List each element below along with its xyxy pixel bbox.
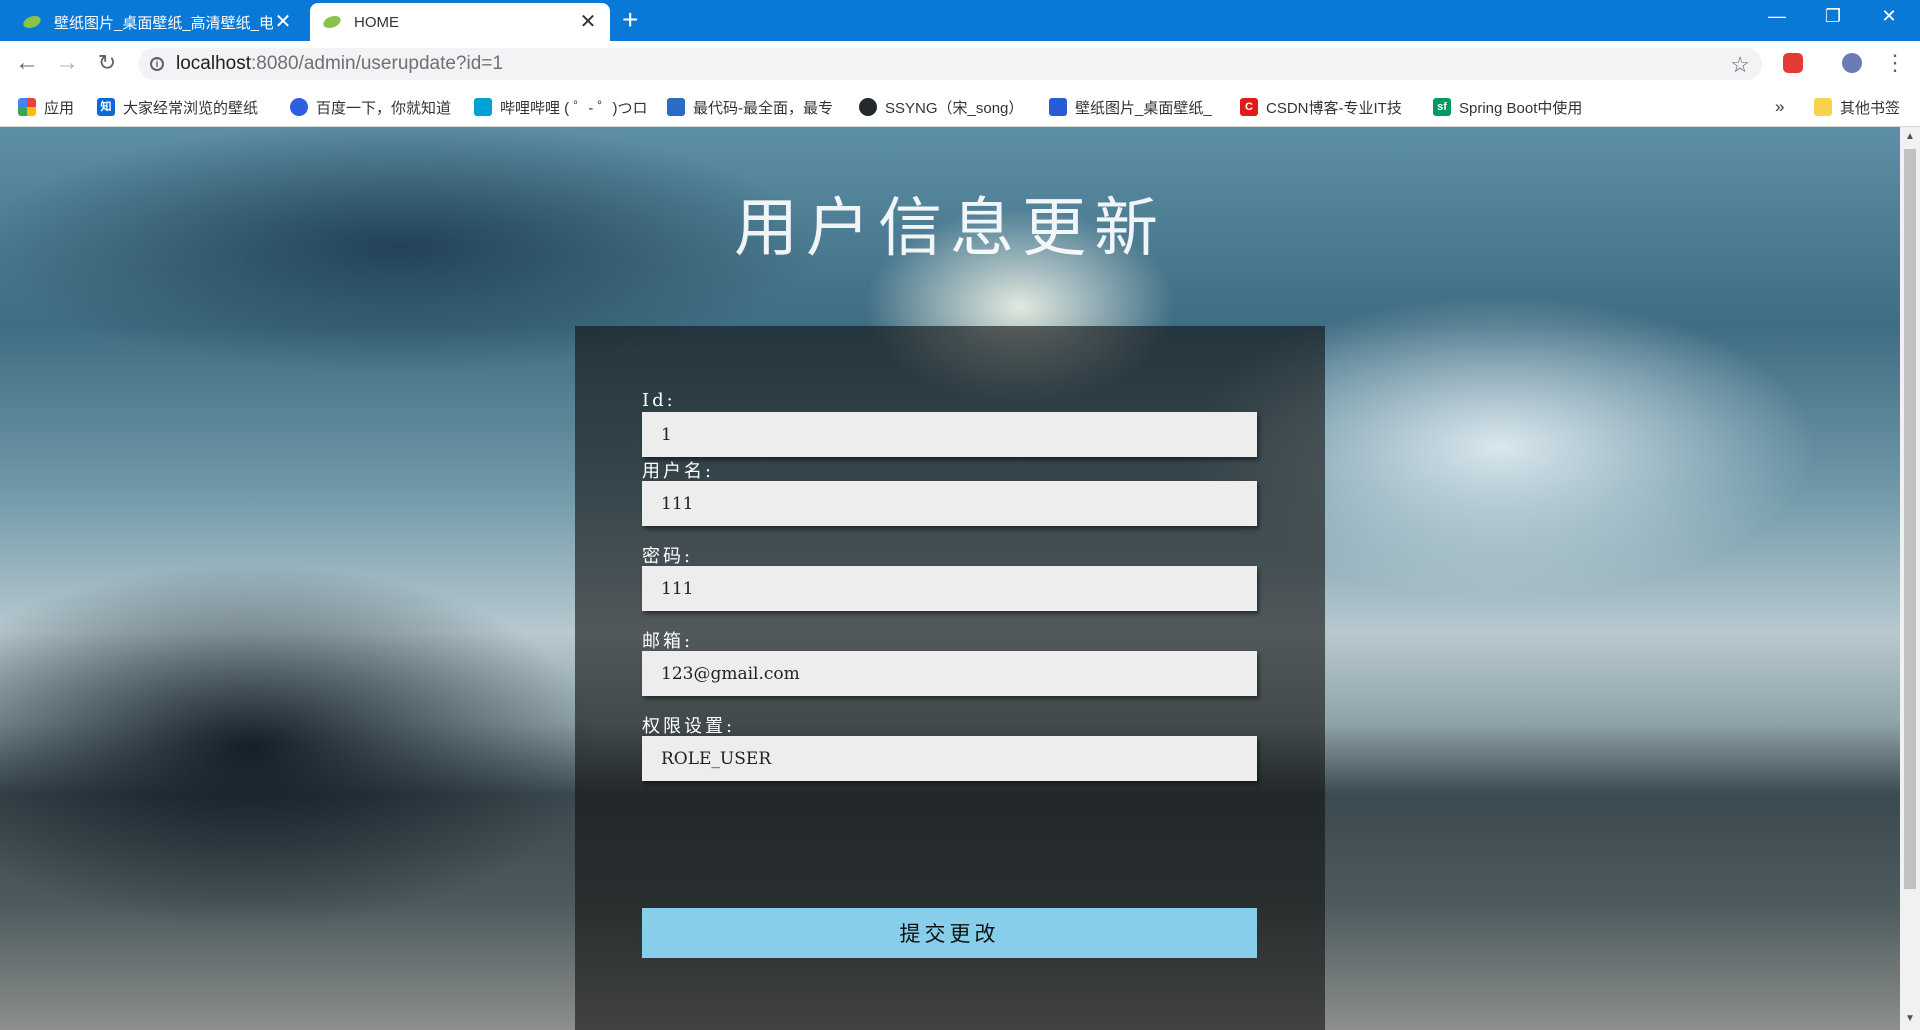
email-field[interactable] (642, 651, 1257, 696)
spring-leaf-icon (323, 15, 341, 29)
bookmark-bilibili[interactable]: 哔哩哔哩 ( ゜- ゜)つロ (474, 96, 646, 118)
page-scrollbar[interactable]: ▲ ▼ (1900, 127, 1920, 1030)
menu-kebab-icon[interactable]: ⋮ (1880, 51, 1910, 75)
forward-icon[interactable]: → (52, 51, 82, 75)
close-window-button[interactable]: ✕ (1874, 6, 1904, 26)
info-icon[interactable]: i (150, 57, 164, 71)
url-host: localhost (176, 53, 251, 74)
page-title: 用户信息更新 (734, 192, 1166, 266)
url-path: :8080/admin/userupdate?id=1 (251, 53, 503, 74)
toolbar: ← → ↻ i localhost:8080/admin/userupdate?… (0, 41, 1920, 87)
minimize-button[interactable]: — (1762, 6, 1792, 26)
bookmark-label: 最代码-最全面，最专 (693, 99, 833, 117)
bookmark-segmentfault[interactable]: sf Spring Boot中使用 (1433, 96, 1605, 118)
role-field[interactable] (642, 736, 1257, 781)
other-bookmarks[interactable]: 其他书签 (1814, 96, 1900, 118)
bookmark-apps[interactable]: 应用 (18, 96, 74, 118)
address-bar[interactable]: i localhost:8080/admin/userupdate?id=1 ☆ (138, 48, 1762, 80)
apps-grid-icon (18, 98, 36, 116)
bookmark-label: 应用 (44, 99, 75, 117)
bookmark-wallpaper[interactable]: 壁纸图片_桌面壁纸_ (1049, 96, 1221, 118)
back-icon[interactable]: ← (12, 51, 42, 75)
tab-strip: 壁纸图片_桌面壁纸_高清壁纸_电 ✕ HOME ✕ + — ❐ ✕ (0, 0, 1920, 41)
github-icon (859, 98, 877, 116)
bookmark-baidu[interactable]: 百度一下，你就知道 (290, 96, 451, 118)
bookmark-csdn[interactable]: C CSDN博客-专业IT技 (1240, 96, 1412, 118)
bookmark-label: CSDN博客-专业IT技 (1266, 99, 1402, 117)
bilibili-icon (474, 98, 492, 116)
scroll-down-arrow-icon[interactable]: ▼ (1900, 1013, 1920, 1024)
bookmark-label: 哔哩哔哩 ( ゜- ゜)つロ (500, 99, 646, 117)
bookmark-zhihu[interactable]: 知 大家经常浏览的壁纸 (97, 96, 265, 118)
bookmark-zuidaima[interactable]: 最代码-最全面，最专 (667, 96, 839, 118)
email-label: 邮箱: (642, 631, 694, 652)
scroll-up-arrow-icon[interactable]: ▲ (1900, 131, 1920, 142)
id-label: Id: (642, 390, 676, 411)
bookmark-label: SSYNG（宋_song） (885, 99, 1024, 117)
bookmark-label: 大家经常浏览的壁纸 (123, 99, 259, 117)
user-update-form: Id: 用户名: 密码: 邮箱: 权限设置: 提交更改 (575, 326, 1325, 1030)
password-field[interactable] (642, 566, 1257, 611)
segmentfault-icon: sf (1433, 98, 1451, 116)
csdn-icon: C (1240, 98, 1258, 116)
username-label: 用户名: (642, 461, 715, 482)
scroll-thumb[interactable] (1904, 149, 1916, 889)
url-text[interactable]: localhost:8080/admin/userupdate?id=1 (176, 53, 503, 75)
submit-button[interactable]: 提交更改 (642, 908, 1257, 958)
zuidaima-icon (667, 98, 685, 116)
bookmark-star-icon[interactable]: ☆ (1730, 52, 1750, 78)
bookmark-label: 百度一下，你就知道 (316, 99, 452, 117)
tab-wallpaper[interactable]: 壁纸图片_桌面壁纸_高清壁纸_电 ✕ (10, 3, 305, 41)
password-label: 密码: (642, 546, 694, 567)
bookmarks-bar: 应用 知 大家经常浏览的壁纸 百度一下，你就知道 哔哩哔哩 ( ゜- ゜)つロ … (0, 87, 1920, 127)
folder-icon (1814, 98, 1832, 116)
tab-title: HOME (354, 13, 399, 31)
tab-title: 壁纸图片_桌面壁纸_高清壁纸_电 (54, 14, 273, 32)
id-field[interactable] (642, 412, 1257, 457)
baidu-paw-icon (290, 98, 308, 116)
username-field[interactable] (642, 481, 1257, 526)
role-label: 权限设置: (642, 716, 736, 737)
wallpaper-site-icon (1049, 98, 1067, 116)
tab-home[interactable]: HOME ✕ (310, 3, 610, 41)
extension-icon[interactable] (1783, 53, 1803, 73)
bookmark-label: 壁纸图片_桌面壁纸_ (1075, 99, 1212, 117)
spring-leaf-icon (23, 15, 41, 29)
bookmarks-overflow-button[interactable]: » (1775, 96, 1784, 118)
new-tab-button[interactable]: + (622, 6, 638, 34)
zhihu-icon: 知 (97, 98, 115, 116)
tab-close-icon[interactable]: ✕ (273, 12, 293, 32)
maximize-button[interactable]: ❐ (1818, 6, 1848, 26)
bookmark-label: 其他书签 (1840, 99, 1901, 117)
reload-icon[interactable]: ↻ (92, 51, 122, 75)
tab-close-icon[interactable]: ✕ (578, 12, 598, 32)
page-background: 用户信息更新 Id: 用户名: 密码: 邮箱: 权限设置: 提交更改 (0, 127, 1900, 1030)
bookmark-github[interactable]: SSYNG（宋_song） (859, 96, 1023, 118)
bookmark-label: Spring Boot中使用 (1459, 99, 1583, 117)
profile-avatar-icon[interactable] (1842, 53, 1862, 73)
